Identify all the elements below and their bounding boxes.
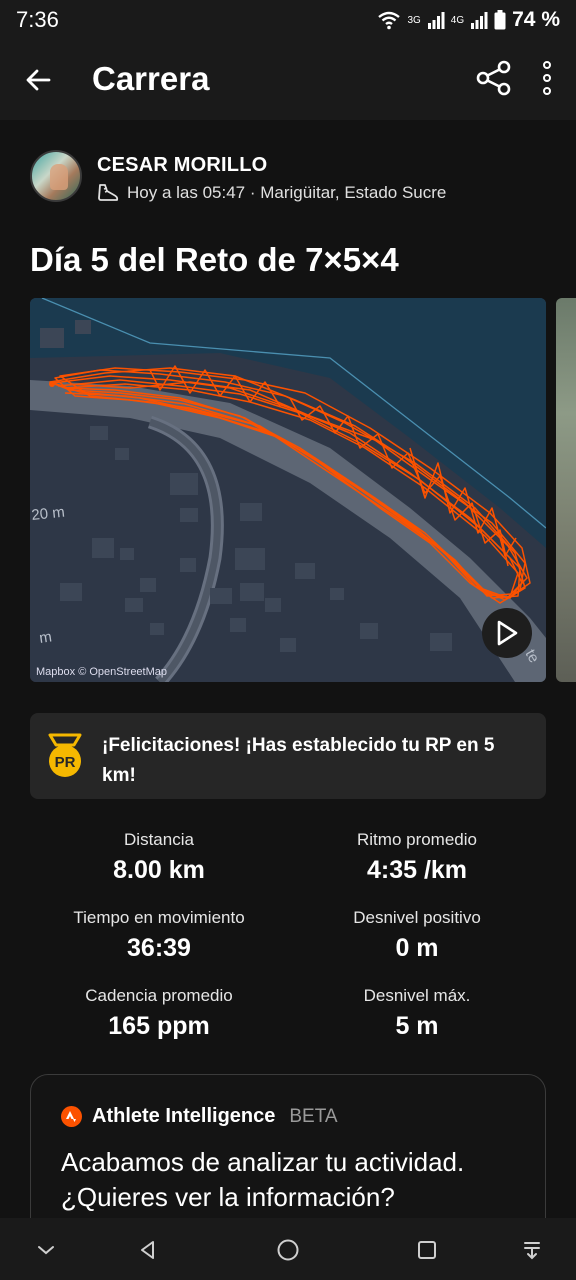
run-shoe-icon xyxy=(98,184,119,201)
stat-value: 0 m xyxy=(395,934,439,962)
stat-max-elevation: Desnivel máx. 5 m xyxy=(273,986,561,1041)
system-nav-bar xyxy=(0,1218,576,1280)
athlete-header[interactable]: CESAR MORILLO Hoy a las 05:47 · Marigüit… xyxy=(30,150,550,206)
stat-distance: Distancia 8.00 km xyxy=(15,830,303,885)
flyover-play-button[interactable] xyxy=(482,608,532,658)
route-map[interactable]: 20 m m te Mapbox © OpenStreetMap xyxy=(30,298,546,682)
stat-value: 8.00 km xyxy=(113,856,205,884)
map-scale-label-1: 20 m xyxy=(31,504,66,524)
map-canvas: 20 m m te xyxy=(30,298,546,682)
map-scale-label-2: m xyxy=(38,628,53,647)
app-bar: Carrera xyxy=(0,40,576,120)
back-button[interactable] xyxy=(20,60,56,100)
stat-moving-time: Tiempo en movimiento 36:39 xyxy=(15,908,303,963)
share-button[interactable] xyxy=(474,58,514,98)
pull-down-icon xyxy=(524,1242,540,1260)
strava-icon xyxy=(61,1106,82,1127)
activity-photo-thumbnail[interactable] xyxy=(556,298,576,682)
ai-header: Athlete Intelligence BETA xyxy=(61,1105,338,1128)
signal-icon xyxy=(427,12,445,29)
home-circle-icon xyxy=(277,1239,299,1261)
athlete-name[interactable]: CESAR MORILLO xyxy=(97,154,267,177)
status-time: 7:36 xyxy=(16,7,59,32)
nav-back-icon xyxy=(141,1241,154,1259)
play-icon xyxy=(497,620,518,646)
stat-label: Distancia xyxy=(124,830,194,849)
wifi-icon xyxy=(378,11,401,30)
stat-avg-cadence: Cadencia promedio 165 ppm xyxy=(15,986,303,1041)
stat-value: 36:39 xyxy=(127,934,191,962)
beta-badge: BETA xyxy=(289,1105,338,1127)
pr-achievement-banner[interactable]: PR ¡Felicitaciones! ¡Has establecido tu … xyxy=(30,713,546,799)
stat-elevation-gain: Desnivel positivo 0 m xyxy=(273,908,561,963)
pr-medal-icon: PR xyxy=(48,733,82,777)
back-arrow-icon xyxy=(26,69,51,91)
status-icons: 3G 4G 74 % xyxy=(377,8,560,32)
nav-back-button[interactable] xyxy=(134,1236,162,1264)
recents-icon xyxy=(418,1241,436,1259)
stat-label: Tiempo en movimiento xyxy=(73,908,245,927)
activity-content[interactable]: CESAR MORILLO Hoy a las 05:47 · Marigüit… xyxy=(0,120,576,1218)
avatar[interactable] xyxy=(30,150,82,202)
stat-avg-pace: Ritmo promedio 4:35 /km xyxy=(273,830,561,885)
activity-title: Día 5 del Reto de 7×5×4 xyxy=(30,241,399,278)
athlete-intelligence-card[interactable]: Athlete Intelligence BETA Acabamos de an… xyxy=(30,1074,546,1218)
activity-meta: Hoy a las 05:47 · Marigüitar, Estado Suc… xyxy=(97,183,446,203)
stat-value: 165 ppm xyxy=(108,1012,210,1040)
nav-recents-button[interactable] xyxy=(413,1236,441,1264)
activity-meta-text: Hoy a las 05:47 · Marigüitar, Estado Suc… xyxy=(127,183,447,202)
signal-icon-2 xyxy=(471,12,488,29)
network-3g: 3G xyxy=(407,14,421,26)
stat-value: 4:35 /km xyxy=(366,856,468,884)
more-vertical-icon xyxy=(543,61,551,69)
ai-body: Acabamos de analizar tu actividad. ¿Quie… xyxy=(61,1147,465,1212)
network-4g: 4G xyxy=(450,14,465,26)
pr-message: ¡Felicitaciones! ¡Has establecido tu RP … xyxy=(102,735,495,786)
nav-home-button[interactable] xyxy=(274,1236,302,1264)
battery-level: 74 % xyxy=(512,8,560,31)
chevron-down-icon xyxy=(38,1246,54,1255)
share-icon xyxy=(476,60,511,96)
stat-label: Desnivel máx. xyxy=(363,986,471,1005)
nav-hide-button[interactable] xyxy=(32,1236,60,1264)
stat-label: Cadencia promedio xyxy=(85,986,233,1005)
stat-value: 5 m xyxy=(395,1012,439,1040)
stat-label: Desnivel positivo xyxy=(353,908,481,927)
status-bar: 7:36 3G 4G 74 % xyxy=(0,0,576,40)
battery-icon xyxy=(494,10,506,30)
map-attribution[interactable]: Mapbox © OpenStreetMap xyxy=(36,666,167,678)
page-title: Carrera xyxy=(92,60,210,97)
pr-medal-label: PR xyxy=(55,754,76,771)
ai-title: Athlete Intelligence xyxy=(92,1105,276,1127)
nav-notifications-button[interactable] xyxy=(518,1236,546,1264)
stat-label: Ritmo promedio xyxy=(357,830,477,849)
more-options-button[interactable] xyxy=(532,58,562,98)
